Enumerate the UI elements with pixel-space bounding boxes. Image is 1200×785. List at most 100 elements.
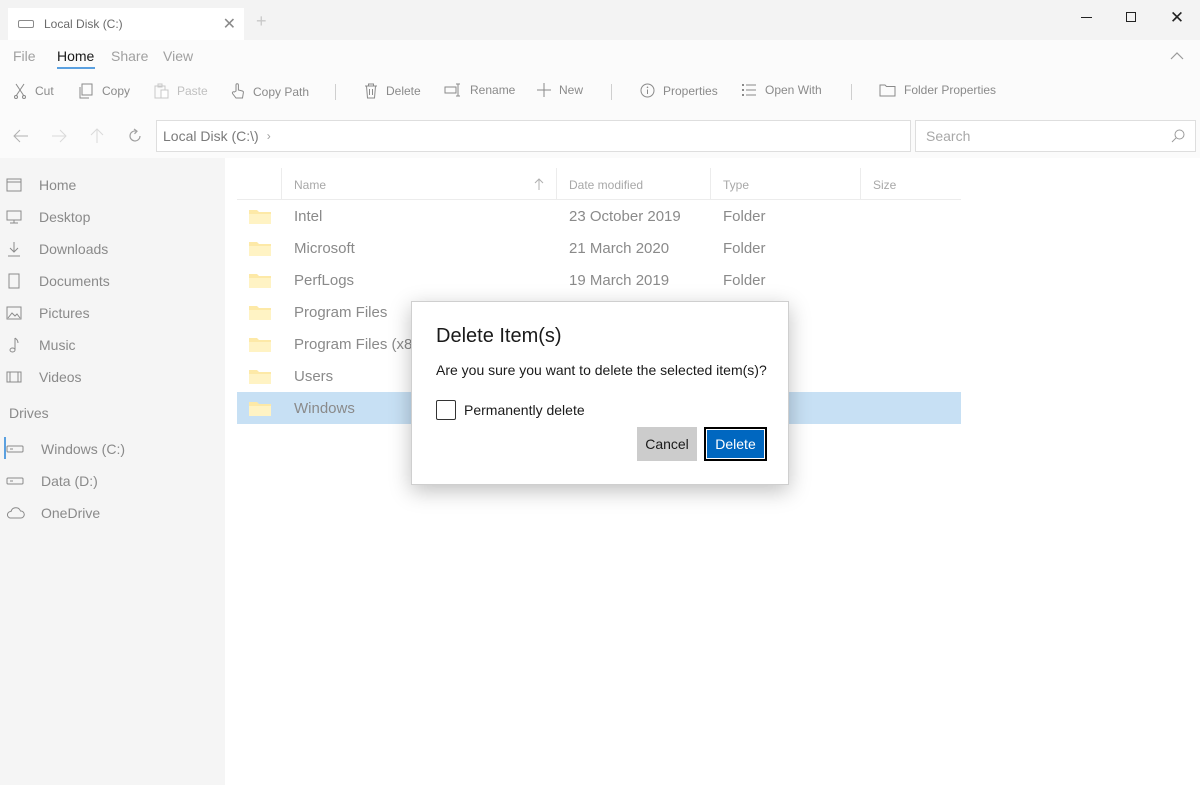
arrow-left-icon <box>13 129 28 143</box>
clipboard-icon <box>154 83 169 99</box>
drives-heading: Drives <box>9 405 49 421</box>
sidebar-item-data-d[interactable]: Data (D:) <box>0 465 225 497</box>
minimize-button[interactable] <box>1072 6 1100 28</box>
folder-icon <box>249 370 271 384</box>
table-row[interactable]: Intel 23 October 2019 Folder <box>237 200 961 232</box>
new-tab-button[interactable]: + <box>256 12 267 30</box>
breadcrumb-local-disk[interactable]: Local Disk (C:\) <box>163 128 259 144</box>
back-button[interactable] <box>11 126 31 146</box>
sort-ascending-icon[interactable] <box>534 178 544 190</box>
table-row[interactable]: Microsoft 21 March 2020 Folder <box>237 232 961 264</box>
active-tab-indicator <box>57 67 95 69</box>
folder-icon <box>249 338 271 352</box>
info-icon <box>640 83 655 98</box>
close-window-button[interactable]: ✕ <box>1163 6 1191 28</box>
rename-icon <box>444 83 460 97</box>
scissors-icon <box>14 83 26 99</box>
forward-button[interactable] <box>49 126 69 146</box>
sidebar-item-label: Documents <box>39 273 110 289</box>
collapse-ribbon-icon[interactable] <box>1170 49 1184 63</box>
dialog-title: Delete Item(s) <box>436 325 562 347</box>
sidebar-item-music[interactable]: Music <box>0 329 225 361</box>
folder-icon <box>249 306 271 320</box>
folder-properties-button[interactable]: Folder Properties <box>879 83 996 97</box>
column-divider <box>281 168 282 200</box>
up-button[interactable] <box>87 126 107 146</box>
search-box[interactable] <box>915 120 1196 152</box>
sidebar-item-documents[interactable]: Documents <box>0 265 225 297</box>
delete-button[interactable]: Delete <box>364 83 421 99</box>
cancel-button[interactable]: Cancel <box>637 427 697 461</box>
permanently-delete-label[interactable]: Permanently delete <box>464 402 585 418</box>
delete-confirmation-dialog: Delete Item(s) Are you sure you want to … <box>411 301 789 485</box>
drive-icon <box>18 20 34 28</box>
sidebar-selection-indicator <box>4 437 6 459</box>
search-icon[interactable] <box>1171 129 1185 143</box>
arrow-up-icon <box>90 128 104 143</box>
sidebar-item-downloads[interactable]: Downloads <box>0 233 225 265</box>
column-header-size[interactable]: Size <box>873 178 896 192</box>
table-row[interactable]: PerfLogs 19 March 2019 Folder <box>237 264 961 296</box>
search-input[interactable] <box>926 128 1156 144</box>
file-name: Windows <box>294 400 355 417</box>
breadcrumb-chevron-icon[interactable]: › <box>267 129 271 143</box>
sidebar-item-home[interactable]: Home <box>0 169 225 201</box>
rename-label: Rename <box>470 83 516 97</box>
permanently-delete-checkbox[interactable] <box>436 400 456 420</box>
cut-button[interactable]: Cut <box>13 83 54 99</box>
arrow-right-icon <box>52 129 67 143</box>
address-bar[interactable]: Local Disk (C:\) › <box>156 120 911 152</box>
folder-icon <box>249 274 271 288</box>
sidebar-item-pictures[interactable]: Pictures <box>0 297 225 329</box>
drive-icon <box>0 476 41 486</box>
refresh-icon <box>129 128 141 142</box>
tab-share[interactable]: Share <box>111 48 148 64</box>
refresh-button[interactable] <box>125 126 145 146</box>
hand-pointer-icon <box>231 83 244 99</box>
rename-button[interactable]: Rename <box>444 83 515 97</box>
trash-icon <box>365 83 377 99</box>
copy-path-button[interactable]: Copy Path <box>231 83 309 100</box>
open-with-button[interactable]: Open With <box>741 83 822 97</box>
toolbar-separator <box>851 84 852 100</box>
download-icon <box>0 241 39 257</box>
sidebar-item-label: Data (D:) <box>41 473 98 489</box>
column-header-type[interactable]: Type <box>723 178 749 192</box>
column-header-date[interactable]: Date modified <box>569 178 643 192</box>
drive-icon <box>0 444 41 454</box>
list-icon <box>742 84 756 96</box>
paste-label: Paste <box>177 84 208 98</box>
tab-local-disk[interactable]: Local Disk (C:) ✕ <box>8 8 244 40</box>
tab-close-icon[interactable]: ✕ <box>223 14 236 34</box>
permanently-delete-option[interactable]: Permanently delete <box>436 400 585 420</box>
new-button[interactable]: New <box>537 83 583 97</box>
properties-button[interactable]: Properties <box>640 83 718 98</box>
file-name: Users <box>294 368 334 385</box>
copy-button[interactable]: Copy <box>78 83 130 99</box>
sidebar-item-onedrive[interactable]: OneDrive <box>0 497 225 529</box>
sidebar-item-label: Music <box>39 337 76 353</box>
title-bar: Local Disk (C:) ✕ + ✕ <box>0 0 1200 40</box>
paste-button[interactable]: Paste <box>154 83 208 99</box>
tab-view[interactable]: View <box>163 48 193 64</box>
folder-icon <box>249 242 271 256</box>
music-note-icon <box>0 337 39 353</box>
sidebar-item-desktop[interactable]: Desktop <box>0 201 225 233</box>
ribbon-toolbar: Cut Copy Paste Copy Path Delete Rename N… <box>0 74 1200 114</box>
tab-home[interactable]: Home <box>57 48 94 64</box>
sidebar-item-windows-c[interactable]: Windows (C:) <box>0 433 225 465</box>
toolbar-separator <box>611 84 612 100</box>
sidebar-item-label: Pictures <box>39 305 90 321</box>
sidebar-item-videos[interactable]: Videos <box>0 361 225 393</box>
confirm-delete-button[interactable]: Delete <box>704 427 767 461</box>
minimize-icon <box>1080 16 1092 18</box>
sidebar-item-label: Videos <box>39 369 82 385</box>
maximize-button[interactable] <box>1117 6 1145 28</box>
tab-file[interactable]: File <box>13 48 36 64</box>
column-header-name[interactable]: Name <box>294 178 326 192</box>
copy-icon <box>79 83 93 99</box>
close-icon: ✕ <box>1169 7 1185 27</box>
sidebar-item-label: Home <box>39 177 77 193</box>
folder-outline-icon <box>879 84 896 97</box>
column-divider <box>710 168 711 200</box>
